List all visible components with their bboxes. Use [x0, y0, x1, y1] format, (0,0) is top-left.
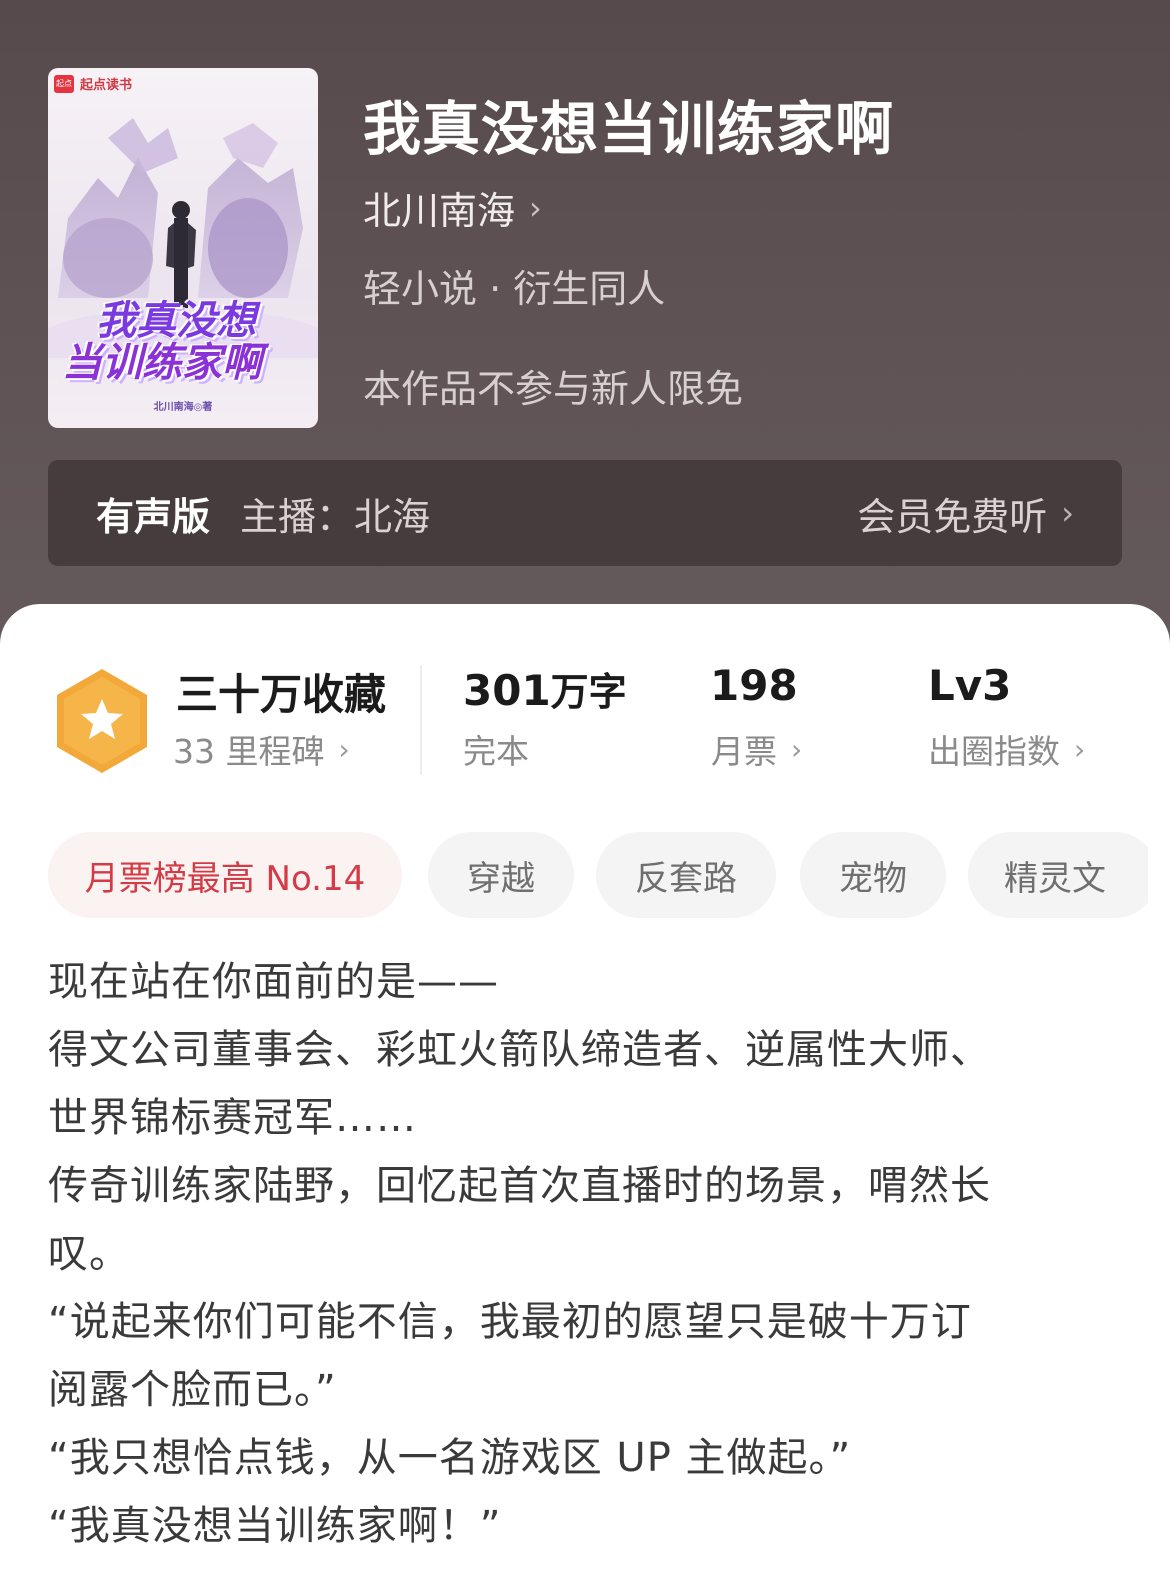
- milestones-link[interactable]: 33 里程碑 ›: [173, 725, 350, 773]
- stats-row: 三十万收藏 33 里程碑 › 301万字 完本 198 月票 › Lv3 出圈指…: [0, 659, 1170, 779]
- cover-brand: 起点 起点读书: [54, 74, 132, 93]
- description-line: 世界锦标赛冠军……: [48, 1095, 417, 1141]
- monthly-tickets-label: 月票: [711, 732, 777, 771]
- free-notice: 本作品不参与新人限免: [363, 367, 744, 411]
- book-genre: 轻小说 · 衍生同人: [363, 267, 666, 311]
- description-line: 得文公司董事会、彩虹火箭队缔造者、逆属性大师、: [48, 1027, 991, 1073]
- popularity-index-label: 出圈指数: [928, 732, 1060, 771]
- book-header: 起点 起点读书 我真没想 当训练家啊 北川南海◎著 我真没想当训练家啊 北川南海…: [0, 0, 1170, 640]
- stats-divider: [420, 665, 422, 775]
- cover-brand-text: 起点读书: [80, 78, 133, 93]
- description-line: “说起来你们可能不信，我最初的愿望只是破十万订: [48, 1299, 972, 1345]
- star-hexagon-icon: [57, 669, 147, 773]
- description-line: “我真没想当训练家啊！”: [48, 1503, 502, 1549]
- chevron-right-icon: ›: [791, 732, 803, 766]
- tag-item[interactable]: 精灵文: [968, 832, 1148, 918]
- completion-status: 完本: [463, 732, 529, 771]
- book-title: 我真没想当训练家啊: [363, 95, 895, 163]
- audio-narrator: 主播：北海: [240, 494, 431, 539]
- book-description[interactable]: 现在站在你面前的是—— 得文公司董事会、彩虹火箭队缔造者、逆属性大师、 世界锦标…: [48, 948, 1128, 1560]
- tag-list: 月票榜最高 No.14 穿越 反套路 宠物 精灵文: [48, 832, 1148, 918]
- author-name: 北川南海: [363, 189, 516, 233]
- member-free-listen: 会员免费听: [857, 494, 1048, 539]
- description-line: 传奇训练家陆野，回忆起首次直播时的场景，喟然长: [48, 1163, 991, 1209]
- tag-item[interactable]: 反套路: [596, 832, 776, 918]
- book-detail-sheet: 三十万收藏 33 里程碑 › 301万字 完本 198 月票 › Lv3 出圈指…: [0, 604, 1170, 1590]
- chevron-right-icon: ›: [1061, 494, 1074, 532]
- popularity-index-link[interactable]: 出圈指数 ›: [928, 725, 1085, 773]
- cover-title: 我真没想 当训练家啊: [62, 298, 262, 386]
- chevron-right-icon: ›: [1074, 732, 1086, 766]
- chevron-right-icon: ›: [338, 732, 350, 766]
- qidian-logo-icon: 起点: [54, 74, 74, 93]
- book-cover[interactable]: 起点 起点读书 我真没想 当训练家啊 北川南海◎著: [48, 68, 318, 428]
- description-line: 叹。: [48, 1231, 130, 1277]
- monthly-tickets-count: 198: [710, 661, 798, 710]
- description-line: “我只想恰点钱，从一名游戏区 UP 主做起。”: [48, 1435, 852, 1481]
- author-link[interactable]: 北川南海 ›: [363, 180, 542, 235]
- audio-version-bar[interactable]: 有声版 主播：北海 会员免费听 ›: [48, 460, 1122, 566]
- monthly-tickets-link[interactable]: 月票 ›: [711, 725, 802, 773]
- collection-count: 三十万收藏: [176, 670, 387, 719]
- chevron-right-icon: ›: [529, 188, 542, 227]
- audio-label: 有声版: [96, 494, 211, 539]
- tag-ranking[interactable]: 月票榜最高 No.14: [48, 832, 402, 918]
- tag-item[interactable]: 穿越: [428, 832, 574, 918]
- description-line: 阅露个脸而已。”: [48, 1367, 337, 1413]
- milestones-label: 33 里程碑: [173, 732, 325, 771]
- description-line: 现在站在你面前的是——: [48, 959, 499, 1005]
- word-count: 301万字: [463, 666, 627, 715]
- tag-item[interactable]: 宠物: [800, 832, 946, 918]
- cover-author: 北川南海◎著: [153, 402, 213, 413]
- popularity-level: Lv3: [928, 661, 1012, 710]
